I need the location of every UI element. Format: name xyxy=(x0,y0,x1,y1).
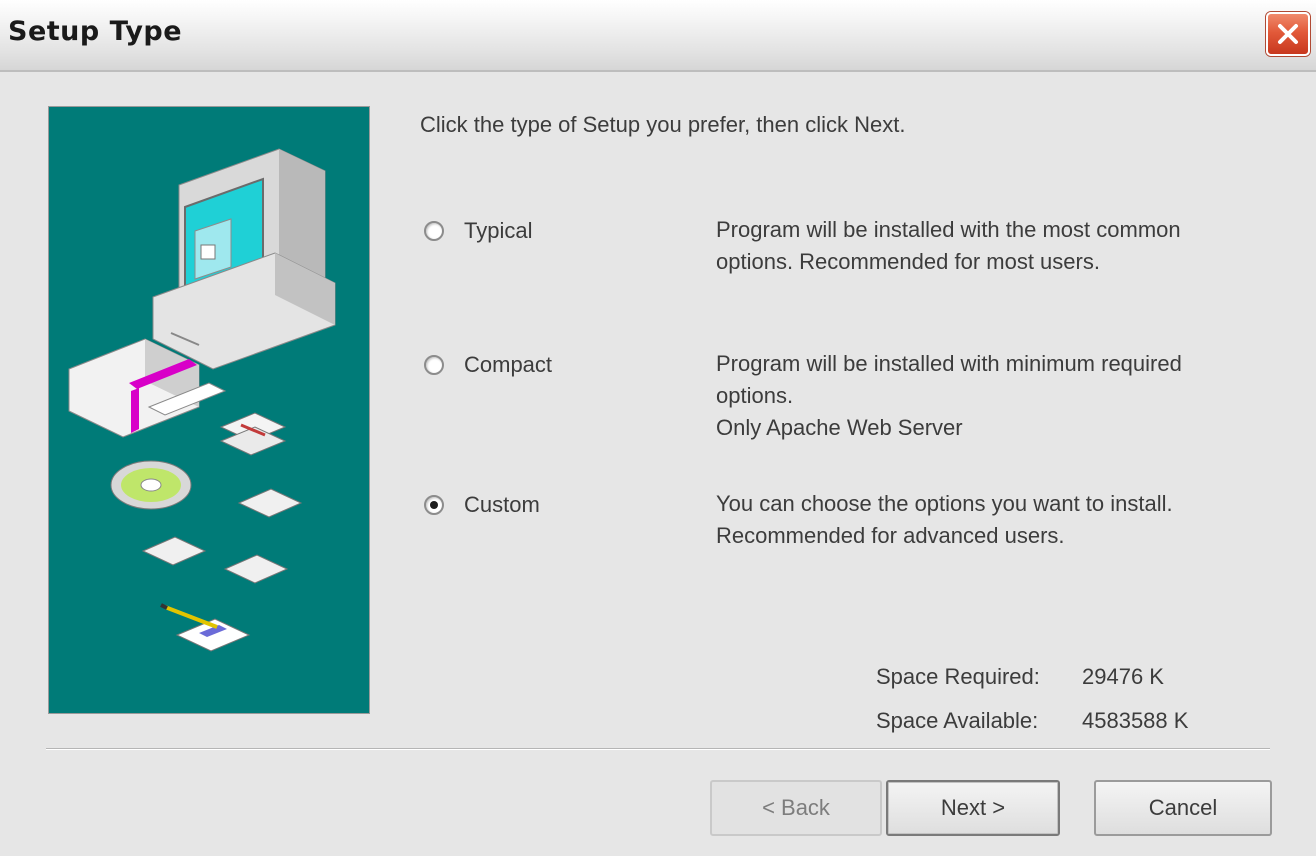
radio-typical[interactable] xyxy=(424,221,444,241)
setup-illustration xyxy=(48,106,370,714)
close-button[interactable] xyxy=(1266,12,1310,56)
space-required-label: Space Required: xyxy=(876,664,1040,689)
space-required-value: 29476 K xyxy=(1082,664,1164,689)
option-custom[interactable]: Custom xyxy=(424,492,540,518)
description-line: Only Apache Web Server xyxy=(716,415,963,440)
description-line: options. xyxy=(716,383,794,408)
manual-icon xyxy=(160,603,251,652)
cd-icon xyxy=(110,460,192,510)
radio-compact[interactable] xyxy=(424,355,444,375)
option-typical-label: Typical xyxy=(464,218,533,243)
option-compact-description: Program will be installed with minimum r… xyxy=(716,348,1276,444)
option-custom-description: You can choose the options you want to i… xyxy=(716,488,1276,552)
space-available-label: Space Available: xyxy=(876,708,1039,733)
space-available: Space Available: 4583588 K xyxy=(876,708,1188,734)
close-icon xyxy=(1278,24,1298,44)
description-line: Program will be installed with minimum r… xyxy=(716,351,1182,376)
next-button[interactable]: Next > xyxy=(886,780,1060,836)
setup-window: Setup Type Click the type of Setup you p… xyxy=(0,0,1316,856)
option-typical-description: Program will be installed with the most … xyxy=(716,214,1276,278)
description-line: Recommended for advanced users. xyxy=(716,523,1065,548)
space-required: Space Required: 29476 K xyxy=(876,664,1164,690)
description-line: options. Recommended for most users. xyxy=(716,249,1100,274)
title-bar: Setup Type xyxy=(0,0,1316,72)
computer-icon xyxy=(152,148,336,370)
cancel-button[interactable]: Cancel xyxy=(1094,780,1272,836)
option-typical[interactable]: Typical xyxy=(424,218,532,244)
option-custom-label: Custom xyxy=(464,492,540,517)
description-line: You can choose the options you want to i… xyxy=(716,491,1173,516)
space-available-value: 4583588 K xyxy=(1082,708,1189,733)
window-title: Setup Type xyxy=(8,16,183,47)
back-button[interactable]: < Back xyxy=(710,780,882,836)
instruction-text: Click the type of Setup you prefer, then… xyxy=(420,112,906,137)
option-compact-label: Compact xyxy=(464,352,553,377)
description-line: Program will be installed with the most … xyxy=(716,217,1181,242)
option-compact[interactable]: Compact xyxy=(424,352,552,378)
radio-custom[interactable] xyxy=(424,495,444,515)
separator xyxy=(46,748,1270,750)
floppy-disk-icon xyxy=(219,412,287,456)
